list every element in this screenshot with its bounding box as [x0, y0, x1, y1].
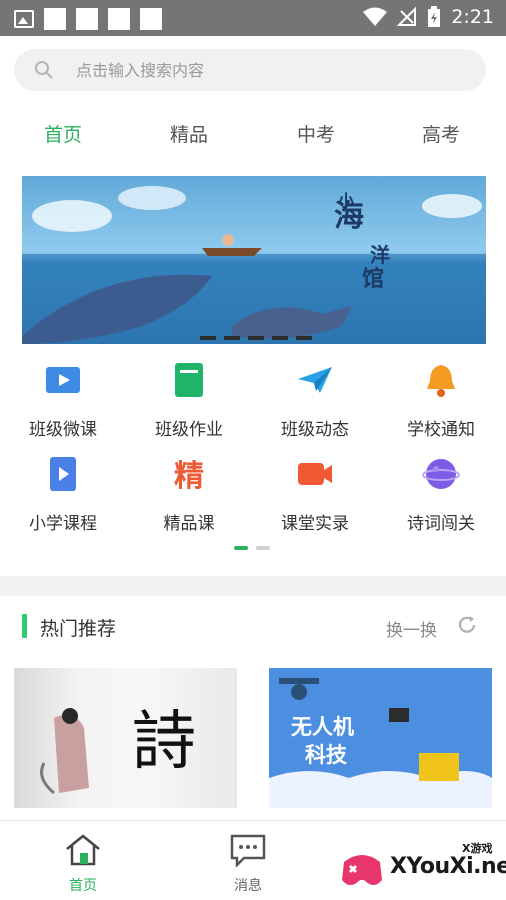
svg-text:小: 小 — [338, 191, 354, 210]
poetry-card-image: 詩 — [40, 705, 196, 795]
recommend-card-poetry[interactable]: 詩 — [14, 668, 237, 808]
feature-premium-course[interactable]: 精 精品课 — [126, 455, 252, 534]
feature-label: 小学课程 — [29, 514, 97, 534]
refresh-icon[interactable] — [456, 614, 478, 636]
image-notification-icon — [14, 10, 34, 28]
feature-class-news[interactable]: 班级动态 — [252, 361, 378, 440]
paper-plane-icon — [298, 367, 332, 393]
banner-dot[interactable] — [272, 336, 288, 340]
watermark-text: XYouXi.net — [390, 854, 506, 879]
section-title: 热门推荐 — [40, 618, 117, 640]
home-icon — [66, 834, 100, 866]
feature-label: 班级微课 — [29, 420, 97, 440]
svg-text:无人机: 无人机 — [291, 715, 354, 739]
tab-premium[interactable]: 精品 — [170, 120, 208, 147]
video-lesson-icon — [46, 367, 80, 393]
page-dot-active — [234, 546, 248, 550]
tab-zhongkao[interactable]: 中考 — [297, 120, 335, 147]
banner-dot[interactable] — [224, 336, 240, 340]
search-input[interactable] — [76, 60, 456, 80]
video-camera-icon — [298, 463, 332, 485]
nav-messages-label: 消息 — [234, 878, 262, 894]
clock: 2:21 — [451, 6, 494, 28]
section-accent-bar — [22, 614, 27, 638]
search-icon — [35, 61, 53, 79]
wifi-icon — [363, 7, 388, 26]
banner-indicator — [200, 336, 312, 340]
tab-gaokao[interactable]: 高考 — [422, 120, 460, 147]
feature-label: 学校通知 — [407, 420, 475, 440]
search-bar[interactable] — [14, 49, 486, 91]
feature-class-homework[interactable]: 班级作业 — [126, 361, 252, 440]
feature-poetry-challenge[interactable]: 诗词闯关 — [378, 455, 504, 534]
nav-home[interactable]: 首页 — [53, 833, 113, 895]
nav-messages[interactable]: 消息 — [218, 833, 278, 895]
feature-class-record[interactable]: 课堂实录 — [252, 455, 378, 534]
svg-text:馆: 馆 — [362, 266, 384, 292]
banner-image: 海 馆 洋 小 — [22, 186, 486, 344]
svg-text:科技: 科技 — [305, 743, 348, 767]
watermark-logo: X游戏 XYouXi.net — [332, 832, 506, 900]
feature-page-indicator — [234, 546, 270, 550]
section-divider — [0, 576, 506, 596]
feature-label: 班级作业 — [155, 420, 223, 440]
course-book-icon — [50, 457, 76, 491]
bell-icon — [427, 365, 455, 397]
banner-carousel[interactable]: 海 馆 洋 小 — [22, 176, 486, 344]
homework-book-icon — [175, 363, 203, 397]
notification-icon — [76, 8, 98, 30]
premium-course-icon: 精 — [174, 459, 204, 494]
notification-icon — [44, 8, 66, 30]
banner-dot[interactable] — [296, 336, 312, 340]
notification-icon — [108, 8, 130, 30]
status-bar: 2:21 — [0, 0, 506, 36]
banner-dot[interactable] — [248, 336, 264, 340]
feature-label: 班级动态 — [281, 420, 349, 440]
svg-text:洋: 洋 — [370, 243, 390, 267]
nav-home-label: 首页 — [69, 878, 97, 894]
tab-home[interactable]: 首页 — [44, 120, 82, 147]
category-tabs: 首页 精品 中考 高考 — [0, 112, 506, 156]
drone-card-image: 无人机 科技 — [269, 668, 492, 808]
swap-button[interactable]: 换一换 — [386, 616, 437, 641]
notification-icon — [140, 8, 162, 30]
page-dot — [256, 546, 270, 550]
banner-dot[interactable] — [200, 336, 216, 340]
feature-primary-course[interactable]: 小学课程 — [0, 455, 126, 534]
poetry-card-text: 詩 — [132, 705, 196, 779]
feature-class-microlesson[interactable]: 班级微课 — [0, 361, 126, 440]
message-icon — [230, 834, 266, 869]
feature-label: 诗词闯关 — [407, 514, 475, 534]
feature-school-notice[interactable]: 学校通知 — [378, 361, 504, 440]
no-signal-icon — [397, 7, 417, 26]
feature-label: 课堂实录 — [281, 514, 349, 534]
gamepad-logo-icon — [342, 855, 382, 885]
feature-label: 精品课 — [163, 514, 215, 534]
planet-icon — [422, 459, 460, 489]
recommend-card-drone[interactable]: 无人机 科技 — [269, 668, 492, 808]
battery-charging-icon — [428, 6, 441, 27]
svg-text:精: 精 — [174, 459, 204, 493]
